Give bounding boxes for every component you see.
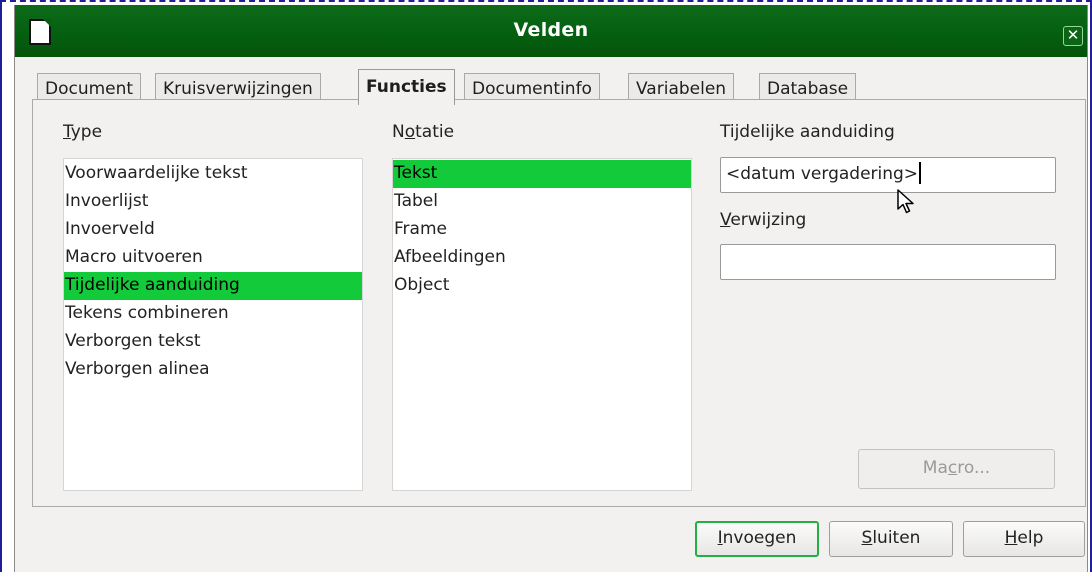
placeholder-label: Tijdelijke aanduiding — [720, 122, 895, 142]
dialog-title: Velden — [513, 19, 589, 41]
list-item[interactable]: Invoerveld — [64, 216, 362, 244]
type-label: Type — [63, 122, 103, 142]
help-button[interactable]: Help — [963, 521, 1085, 557]
fields-dialog: Velden ✕ Document Kruisverwijzingen Func… — [14, 5, 1088, 572]
list-item[interactable]: Macro uitvoeren — [64, 244, 362, 272]
close-button[interactable]: Sluiten — [829, 521, 953, 557]
list-item[interactable]: Invoerlijst — [64, 188, 362, 216]
list-item[interactable]: Verborgen alinea — [64, 356, 362, 384]
list-item[interactable]: Voorwaardelijke tekst — [64, 160, 362, 188]
list-item[interactable]: Verborgen tekst — [64, 328, 362, 356]
list-item[interactable]: Object — [393, 272, 691, 300]
notatie-listbox[interactable]: Tekst Tabel Frame Afbeeldingen Object — [392, 158, 692, 491]
tab-panel-functies: Type Voorwaardelijke tekst Invoerlijst I… — [32, 99, 1086, 507]
list-item[interactable]: Afbeeldingen — [393, 244, 691, 272]
close-icon[interactable]: ✕ — [1063, 26, 1083, 46]
reference-label: Verwijzing — [720, 210, 807, 230]
insert-button[interactable]: Invoegen — [695, 521, 819, 557]
screenshot-frame-top — [0, 0, 1092, 2]
macro-button[interactable]: Macro... — [858, 449, 1055, 489]
type-listbox[interactable]: Voorwaardelijke tekst Invoerlijst Invoer… — [63, 158, 363, 491]
placeholder-input-value: <datum vergadering> — [726, 164, 919, 184]
list-item[interactable]: Frame — [393, 216, 691, 244]
placeholder-input[interactable]: <datum vergadering> — [720, 157, 1056, 193]
text-caret — [919, 162, 922, 184]
tab-functies[interactable]: Functies — [358, 69, 455, 105]
screenshot-frame-left — [0, 0, 2, 572]
titlebar: Velden ✕ — [15, 5, 1087, 57]
list-item-selected[interactable]: Tijdelijke aanduiding — [64, 272, 362, 300]
list-item[interactable]: Tekens combineren — [64, 300, 362, 328]
reference-input[interactable] — [720, 244, 1056, 280]
list-item[interactable]: Tabel — [393, 188, 691, 216]
notatie-label: Notatie — [392, 122, 455, 142]
list-item-selected[interactable]: Tekst — [393, 160, 691, 188]
mouse-pointer-icon — [897, 189, 914, 214]
